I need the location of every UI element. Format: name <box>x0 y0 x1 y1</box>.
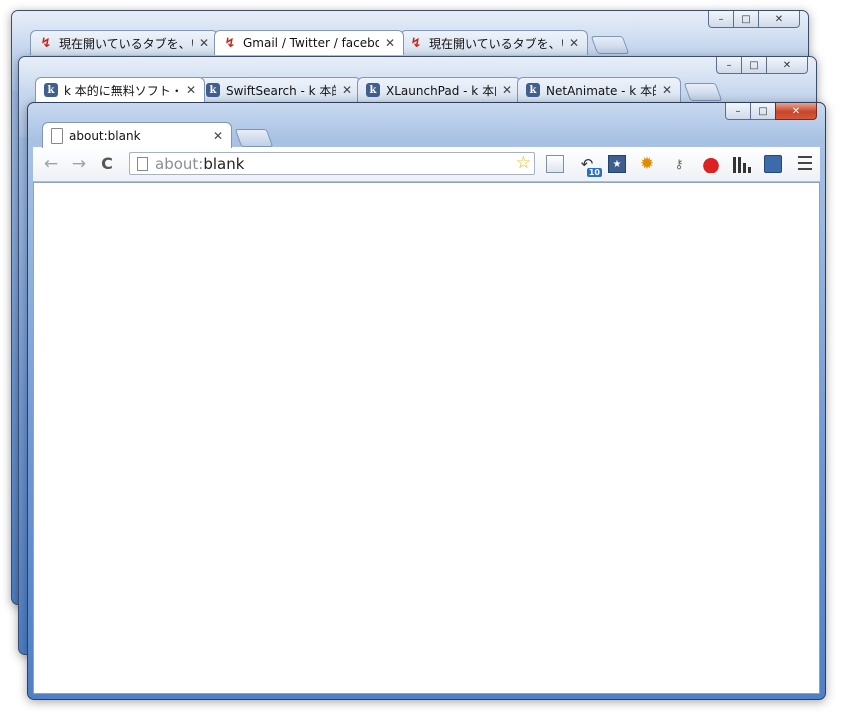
maximize-button[interactable]: □ <box>750 103 776 120</box>
tab-3[interactable]: k XLaunchPad - k 本的に ✕ <box>357 77 521 102</box>
tab-3[interactable]: ↯ 現在開いているタブを、いろいろ ✕ <box>400 30 588 55</box>
close-button[interactable]: ✕ <box>775 103 817 120</box>
bookmark-star-icon[interactable]: ☆ <box>516 153 531 173</box>
tab-2[interactable]: ↯ Gmail / Twitter / facebook ✕ <box>214 30 404 55</box>
tab-1[interactable]: k k 本的に無料ソフト・フリーソフト ✕ <box>35 77 205 102</box>
tab-title: XLaunchPad - k 本的に <box>386 83 496 98</box>
toolbar: ← → C about:blank ☆ ↶ 10 ★ ✹ ⚷ <box>33 147 820 182</box>
tab-1[interactable]: ↯ 現在開いているタブを、いろいろ ✕ <box>30 30 218 55</box>
tab-close-icon[interactable]: ✕ <box>383 36 397 50</box>
menu-icon[interactable] <box>798 156 812 170</box>
k-icon: k <box>366 83 380 97</box>
window-controls: – □ ✕ <box>708 11 800 28</box>
tab-title: NetAnimate - k 本的に <box>546 83 656 98</box>
gmail-icon: ↯ <box>224 35 236 51</box>
new-tab-button[interactable] <box>590 36 630 54</box>
tab-close-icon[interactable]: ✕ <box>197 36 211 50</box>
maximize-button[interactable]: □ <box>733 11 759 28</box>
back-button[interactable]: ← <box>41 154 61 174</box>
new-tab-button[interactable] <box>683 83 723 101</box>
page-icon <box>137 157 148 171</box>
tab-title: SwiftSearch - k 本的に <box>226 83 336 98</box>
tab-close-icon[interactable]: ✕ <box>184 83 198 97</box>
page-content[interactable] <box>33 182 820 694</box>
bookmark-extension-icon[interactable]: ★ <box>608 155 626 173</box>
maximize-button[interactable]: □ <box>741 57 767 74</box>
key-extension-icon[interactable]: ⚷ <box>670 155 688 173</box>
tab-close-icon[interactable]: ✕ <box>567 36 581 50</box>
extension-badge: 10 <box>586 168 602 177</box>
reload-button[interactable]: C <box>97 154 117 174</box>
k-icon: k <box>526 83 540 97</box>
close-button[interactable]: ✕ <box>758 11 800 28</box>
tab-about-blank[interactable]: about:blank ✕ <box>42 122 232 148</box>
minimize-button[interactable]: – <box>725 103 751 120</box>
address-bar[interactable]: about:blank ☆ <box>129 152 535 175</box>
tab-strip: ↯ 現在開いているタブを、いろいろ ✕ ↯ Gmail / Twitter / … <box>22 28 808 55</box>
forward-button[interactable]: → <box>69 154 89 174</box>
tab-title: 現在開いているタブを、いろいろ <box>59 36 193 51</box>
close-button[interactable]: ✕ <box>766 57 808 74</box>
tab-title: Gmail / Twitter / facebook <box>243 36 379 50</box>
tab-close-icon[interactable]: ✕ <box>660 83 674 97</box>
tab-list-extension-icon[interactable] <box>546 155 564 173</box>
gear-extension-icon[interactable]: ✹ <box>638 154 656 174</box>
tab-2[interactable]: k SwiftSearch - k 本的に ✕ <box>197 77 361 102</box>
url-path: blank <box>203 155 245 173</box>
tab-title: 現在開いているタブを、いろいろ <box>429 36 563 51</box>
page-icon <box>51 127 63 144</box>
tab-close-icon[interactable]: ✕ <box>340 83 354 97</box>
tab-close-icon[interactable]: ✕ <box>211 129 225 143</box>
window-controls: – □ ✕ <box>725 103 817 120</box>
tab-strip: about:blank ✕ <box>38 121 825 148</box>
window-controls: – □ ✕ <box>716 57 808 74</box>
new-tab-button[interactable] <box>234 129 274 147</box>
browser-window-front[interactable]: – □ ✕ about:blank ✕ ← → C about:blank ☆ … <box>27 102 826 700</box>
tab-title: about:blank <box>69 128 141 143</box>
url-scheme: about: <box>155 155 204 173</box>
minimize-button[interactable]: – <box>708 11 734 28</box>
minimize-button[interactable]: – <box>716 57 742 74</box>
gmail-icon: ↯ <box>410 35 422 51</box>
hat-extension-icon[interactable] <box>702 155 720 173</box>
tab-4[interactable]: k NetAnimate - k 本的に ✕ <box>517 77 681 102</box>
undo-close-extension-icon[interactable]: ↶ 10 <box>578 155 602 177</box>
bars-extension-icon[interactable] <box>733 155 751 173</box>
tab-strip: k k 本的に無料ソフト・フリーソフト ✕ k SwiftSearch - k … <box>29 75 816 102</box>
tab-title: k 本的に無料ソフト・フリーソフト <box>64 83 180 98</box>
tab-close-icon[interactable]: ✕ <box>500 83 514 97</box>
k-icon: k <box>44 83 58 97</box>
gmail-icon: ↯ <box>40 35 52 51</box>
address-bar-url[interactable]: about:blank <box>155 155 244 173</box>
k-icon: k <box>206 83 220 97</box>
screen-extension-icon[interactable] <box>764 155 782 173</box>
